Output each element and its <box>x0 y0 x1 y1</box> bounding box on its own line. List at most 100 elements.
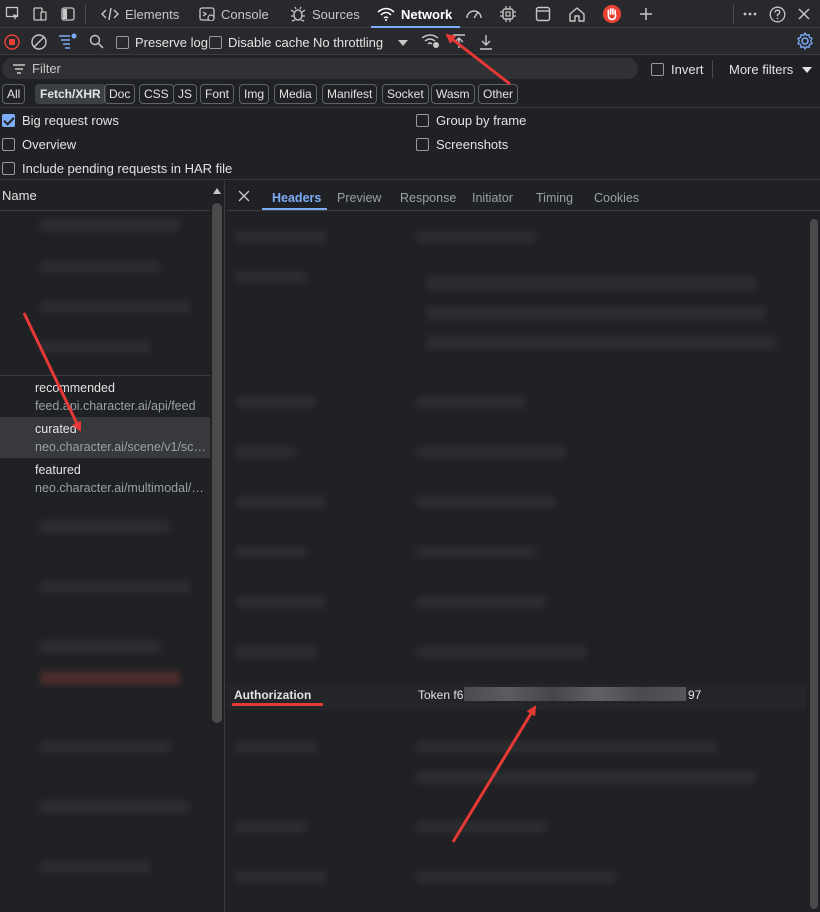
type-filter-font[interactable]: Font <box>200 84 235 104</box>
redacted-header <box>426 306 766 320</box>
redacted-header <box>426 276 756 290</box>
screenshots-label: Screenshots <box>436 137 509 152</box>
redacted-token <box>464 687 686 701</box>
preserve-log-box[interactable] <box>116 36 129 49</box>
help-icon[interactable] <box>767 4 787 24</box>
redacted-header <box>416 771 756 783</box>
big-request-rows-box[interactable] <box>2 114 15 127</box>
tab-separator <box>733 4 734 24</box>
tab-initiator[interactable]: Initiator <box>472 191 513 205</box>
redacted-header <box>416 446 566 458</box>
preserve-log-checkbox[interactable]: Preserve log <box>116 35 208 50</box>
tab-response[interactable]: Response <box>400 191 456 205</box>
type-filter-socket[interactable]: Socket <box>382 84 429 104</box>
group-by-frame-box[interactable] <box>416 114 429 127</box>
request-row-featured[interactable]: featured neo.character.ai/multimodal/a..… <box>0 458 210 499</box>
tab-network[interactable]: Network <box>370 0 461 28</box>
request-name: featured <box>35 463 81 477</box>
screenshots-box[interactable] <box>416 138 429 151</box>
stop-recording-icon[interactable] <box>4 34 20 50</box>
redacted-header <box>236 596 326 608</box>
import-har-icon[interactable] <box>452 34 466 50</box>
filter-icon <box>13 63 25 74</box>
tab-console[interactable]: Console <box>199 0 269 28</box>
type-filter-fetch-xhr[interactable]: Fetch/XHR <box>35 84 106 104</box>
type-filter-media[interactable]: Media <box>274 84 317 104</box>
network-settings-gear-icon[interactable] <box>796 32 814 50</box>
devtools-tab-bar: Elements Console Sources Network <box>0 0 820 28</box>
disable-cache-checkbox[interactable]: Disable cache <box>209 35 310 50</box>
memory-chip-icon[interactable] <box>498 4 518 24</box>
redacted-header <box>236 396 316 408</box>
include-pending-setting[interactable]: Include pending requests in HAR file <box>2 161 232 176</box>
disable-cache-box[interactable] <box>209 36 222 49</box>
clear-icon[interactable] <box>31 34 47 50</box>
request-list-scrollbar[interactable] <box>212 203 222 723</box>
tab-timing[interactable]: Timing <box>536 191 573 205</box>
redacted-request <box>40 641 160 653</box>
screenshots-setting[interactable]: Screenshots <box>416 137 508 152</box>
type-filter-js[interactable]: JS <box>173 84 198 104</box>
stop-hand-icon[interactable] <box>602 4 622 24</box>
redacted-header <box>416 871 616 883</box>
application-icon[interactable] <box>533 4 553 24</box>
annotation-underline <box>232 703 323 706</box>
type-filter-doc[interactable]: Doc <box>104 84 136 104</box>
tab-sources-label: Sources <box>312 6 360 22</box>
overview-box[interactable] <box>2 138 15 151</box>
tab-cookies[interactable]: Cookies <box>594 191 639 205</box>
dock-panel-icon[interactable] <box>58 4 78 24</box>
tab-sources[interactable]: Sources <box>290 0 360 28</box>
close-details-icon[interactable] <box>238 190 250 202</box>
disable-cache-label: Disable cache <box>228 35 310 50</box>
authorization-token-suffix: 97 <box>688 688 702 702</box>
redacted-header <box>416 741 716 753</box>
overview-label: Overview <box>22 137 77 152</box>
performance-icon[interactable] <box>464 4 484 24</box>
fetch-filter-icon[interactable] <box>58 33 78 51</box>
type-filter-all[interactable]: All <box>2 84 26 104</box>
big-request-rows-setting[interactable]: Big request rows <box>2 113 119 128</box>
export-har-icon[interactable] <box>479 34 493 50</box>
throttling-select[interactable]: No throttling <box>313 35 409 50</box>
chevron-down-icon <box>802 66 813 73</box>
tab-elements[interactable]: Elements <box>101 0 179 28</box>
device-toolbar-icon[interactable] <box>30 4 50 24</box>
redacted-header <box>416 596 546 608</box>
network-conditions-icon[interactable] <box>421 33 441 49</box>
active-tab-indicator <box>262 208 327 210</box>
invert-box[interactable] <box>651 63 664 76</box>
type-filter-css[interactable]: CSS <box>139 84 174 104</box>
overview-setting[interactable]: Overview <box>2 137 76 152</box>
type-filter-other[interactable]: Other <box>478 84 519 104</box>
bug-icon <box>290 6 306 22</box>
inspect-element-icon[interactable] <box>3 4 23 24</box>
add-tab-icon[interactable] <box>636 4 656 24</box>
close-icon[interactable] <box>794 4 814 24</box>
resource-type-filters: All Fetch/XHR Doc CSS JS Font Img Media … <box>0 83 820 107</box>
request-row-recommended[interactable]: recommended feed.api.character.ai/api/fe… <box>0 376 210 417</box>
name-column-header[interactable]: Name <box>0 181 210 211</box>
more-options-icon[interactable] <box>740 4 760 24</box>
request-row-curated[interactable]: curated neo.character.ai/scene/v1/scen..… <box>0 417 210 458</box>
redacted-request <box>40 801 190 813</box>
details-scrollbar[interactable] <box>810 219 818 909</box>
tab-headers[interactable]: Headers <box>272 191 321 205</box>
search-icon[interactable] <box>89 34 104 49</box>
include-pending-box[interactable] <box>2 162 15 175</box>
type-filter-manifest[interactable]: Manifest <box>322 84 378 104</box>
more-filters-dropdown[interactable]: More filters <box>729 62 813 77</box>
request-url: neo.character.ai/multimodal/a... <box>35 481 208 495</box>
invert-checkbox[interactable]: Invert <box>651 62 704 77</box>
name-column-label: Name <box>2 188 37 203</box>
type-filter-img[interactable]: Img <box>239 84 270 104</box>
filter-separator <box>712 60 713 78</box>
home-icon[interactable] <box>567 4 587 24</box>
authorization-token-prefix: Token f6 <box>418 688 464 702</box>
type-filter-wasm[interactable]: Wasm <box>431 84 475 104</box>
tab-preview[interactable]: Preview <box>337 191 381 205</box>
redacted-header <box>416 821 546 833</box>
filter-input[interactable]: Filter <box>2 58 638 79</box>
redacted-header <box>416 646 586 658</box>
group-by-frame-setting[interactable]: Group by frame <box>416 113 526 128</box>
